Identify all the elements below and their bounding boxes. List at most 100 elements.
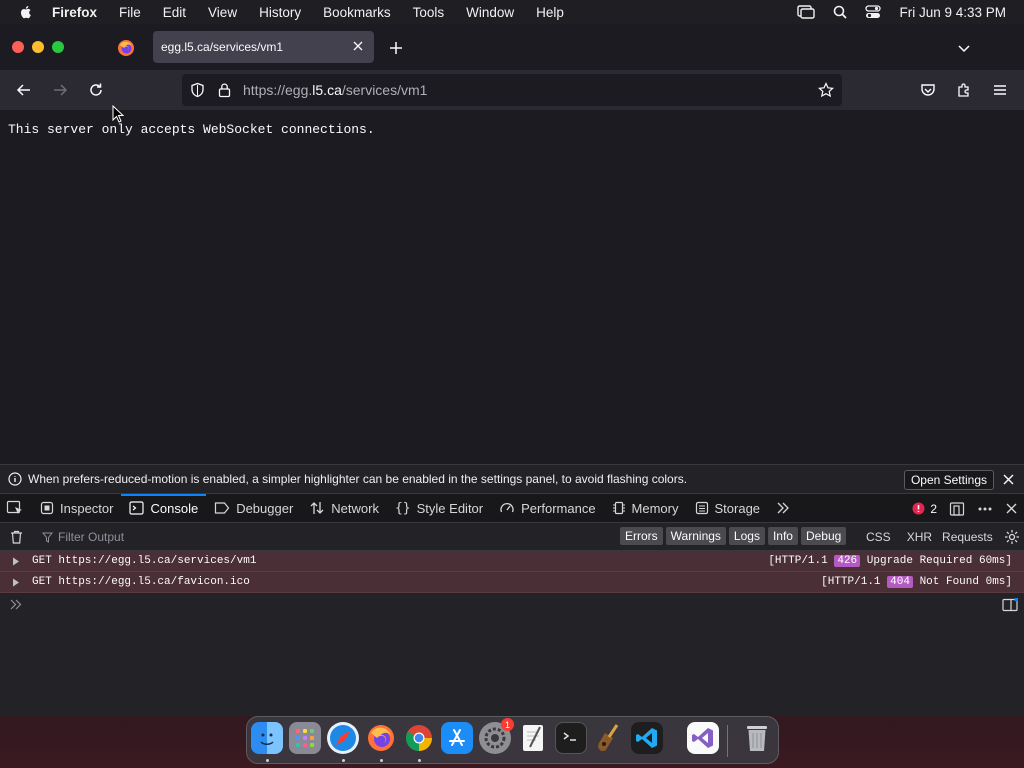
- pinned-tab-firefox[interactable]: [110, 34, 142, 62]
- window-close-button[interactable]: [12, 41, 24, 53]
- tab-memory[interactable]: Memory: [604, 494, 687, 523]
- message-request[interactable]: GET https://egg.l5.ca/favicon.ico: [32, 576, 250, 588]
- filter-output-input[interactable]: Filter Output: [42, 530, 124, 544]
- tab-bar: egg.l5.ca/services/vm1: [0, 24, 1024, 70]
- reload-icon[interactable]: [87, 81, 105, 99]
- console-message-row[interactable]: GET https://egg.l5.ca/favicon.ico [HTTP/…: [0, 572, 1024, 593]
- tab-network[interactable]: Network: [301, 494, 387, 523]
- tab-network-label: Network: [331, 500, 379, 516]
- forward-arrow-icon[interactable]: [51, 81, 69, 99]
- menu-bookmarks[interactable]: Bookmarks: [323, 5, 391, 20]
- apple-icon[interactable]: [18, 4, 34, 20]
- menu-tools[interactable]: Tools: [413, 5, 445, 20]
- network-arrows-icon: [310, 502, 324, 514]
- open-settings-button[interactable]: Open Settings: [903, 470, 994, 490]
- bookmark-star-icon[interactable]: [818, 82, 834, 98]
- menu-window[interactable]: Window: [466, 5, 514, 20]
- more-options-ellipsis-icon[interactable]: [977, 501, 993, 517]
- element-picker-button[interactable]: [0, 494, 32, 523]
- window-minimize-button[interactable]: [32, 41, 44, 53]
- filter-errors-button[interactable]: Errors: [620, 527, 663, 545]
- tab-inspector-label: Inspector: [60, 500, 114, 516]
- dock-launchpad[interactable]: [289, 722, 321, 754]
- message-request[interactable]: GET https://egg.l5.ca/services/vm1: [32, 555, 256, 567]
- tab-storage[interactable]: Storage: [687, 494, 769, 523]
- url-text[interactable]: https://egg.l5.ca/services/vm1: [243, 82, 427, 98]
- clear-console-trash-icon[interactable]: [10, 530, 23, 544]
- menu-file[interactable]: File: [119, 5, 141, 20]
- filter-requests-button[interactable]: Requests: [942, 530, 993, 544]
- dock-firefox[interactable]: [365, 722, 397, 754]
- filter-info-button[interactable]: Info: [767, 527, 798, 545]
- tracking-protection-shield-icon[interactable]: [190, 82, 205, 98]
- menu-help[interactable]: Help: [536, 5, 564, 20]
- dock-safari[interactable]: [327, 722, 359, 754]
- expand-arrow-icon[interactable]: [12, 557, 20, 566]
- dock-app-store[interactable]: [441, 722, 473, 754]
- dock-instruments[interactable]: [593, 722, 625, 754]
- dock-finder[interactable]: [251, 722, 283, 754]
- dock-terminal[interactable]: [555, 722, 587, 754]
- tab-style-editor[interactable]: {} Style Editor: [387, 494, 491, 523]
- menu-edit[interactable]: Edit: [163, 5, 186, 20]
- tab-inspector[interactable]: Inspector: [32, 494, 121, 523]
- error-count-badge[interactable]: 2: [912, 502, 937, 516]
- message-status: [HTTP/1.1 426 Upgrade Required 60ms]: [768, 555, 1012, 567]
- notice-close-icon[interactable]: [1002, 473, 1015, 486]
- debugger-icon: [215, 502, 230, 514]
- devtools-close-icon[interactable]: [1005, 502, 1018, 515]
- instruments-icon: [598, 724, 619, 751]
- style-editor-braces-icon: {}: [394, 500, 411, 516]
- devtools-toolbar: Inspector Console Debugger Network {} St…: [0, 493, 1024, 523]
- url-bar[interactable]: https://egg.l5.ca/services/vm1: [182, 74, 842, 106]
- dock-textedit[interactable]: [517, 722, 549, 754]
- dock-vscode[interactable]: [631, 722, 663, 754]
- dock-chrome[interactable]: [403, 722, 435, 754]
- filter-debug-button[interactable]: Debug: [800, 527, 847, 545]
- tab-performance[interactable]: Performance: [491, 494, 603, 523]
- back-arrow-icon[interactable]: [15, 81, 33, 99]
- tab-debugger-label: Debugger: [236, 500, 294, 516]
- dock-system-settings[interactable]: 1: [479, 718, 514, 754]
- running-indicator: [380, 759, 383, 762]
- mouse-cursor-icon: [112, 105, 124, 123]
- menu-view[interactable]: View: [208, 5, 237, 20]
- tab-console-label: Console: [150, 500, 199, 516]
- spotlight-search-icon[interactable]: [833, 5, 848, 19]
- more-tools-button[interactable]: [768, 494, 798, 523]
- page-message: This server only accepts WebSocket conne…: [8, 122, 375, 137]
- lock-icon[interactable]: [218, 82, 231, 98]
- list-all-tabs-chevron-icon[interactable]: [956, 40, 972, 56]
- control-center-icon[interactable]: [865, 5, 882, 19]
- dock-visual-studio[interactable]: [687, 722, 719, 754]
- menubar-clock[interactable]: Fri Jun 9 4:33 PM: [899, 5, 1006, 20]
- double-chevron-right-icon: [777, 502, 789, 514]
- tab-console[interactable]: Console: [121, 493, 206, 523]
- window-zoom-button[interactable]: [52, 41, 64, 53]
- performance-gauge-icon: [500, 502, 514, 513]
- tab-close-icon[interactable]: [351, 39, 365, 53]
- responsive-design-mode-icon[interactable]: [949, 501, 965, 517]
- filter-placeholder: Filter Output: [58, 530, 125, 544]
- tab-debugger[interactable]: Debugger: [206, 494, 301, 523]
- console-message-row[interactable]: GET https://egg.l5.ca/services/vm1 [HTTP…: [0, 551, 1024, 572]
- dock-trash[interactable]: [741, 722, 773, 754]
- tab-active[interactable]: egg.l5.ca/services/vm1: [153, 31, 374, 63]
- filter-css-button[interactable]: CSS: [866, 530, 891, 544]
- filter-xhr-button[interactable]: XHR: [907, 530, 932, 544]
- expand-arrow-icon[interactable]: [12, 578, 20, 587]
- hamburger-menu-icon[interactable]: [991, 81, 1009, 99]
- filter-warnings-button[interactable]: Warnings: [665, 527, 726, 545]
- menu-history[interactable]: History: [259, 5, 301, 20]
- menu-app-firefox[interactable]: Firefox: [52, 5, 97, 20]
- extensions-puzzle-icon[interactable]: [955, 81, 973, 99]
- sidebar-toggle-icon[interactable]: [1002, 598, 1018, 612]
- screen-mirroring-icon[interactable]: [797, 5, 816, 19]
- console-settings-gear-icon[interactable]: [1004, 529, 1020, 545]
- console-filter-bar: Filter Output Errors Warnings Logs Info …: [0, 523, 1024, 551]
- pocket-icon[interactable]: [919, 81, 937, 99]
- new-tab-icon[interactable]: [388, 40, 404, 56]
- menu-bar: Firefox File Edit View History Bookmarks…: [0, 0, 1024, 24]
- filter-logs-button[interactable]: Logs: [728, 527, 765, 545]
- console-input[interactable]: [0, 593, 1024, 617]
